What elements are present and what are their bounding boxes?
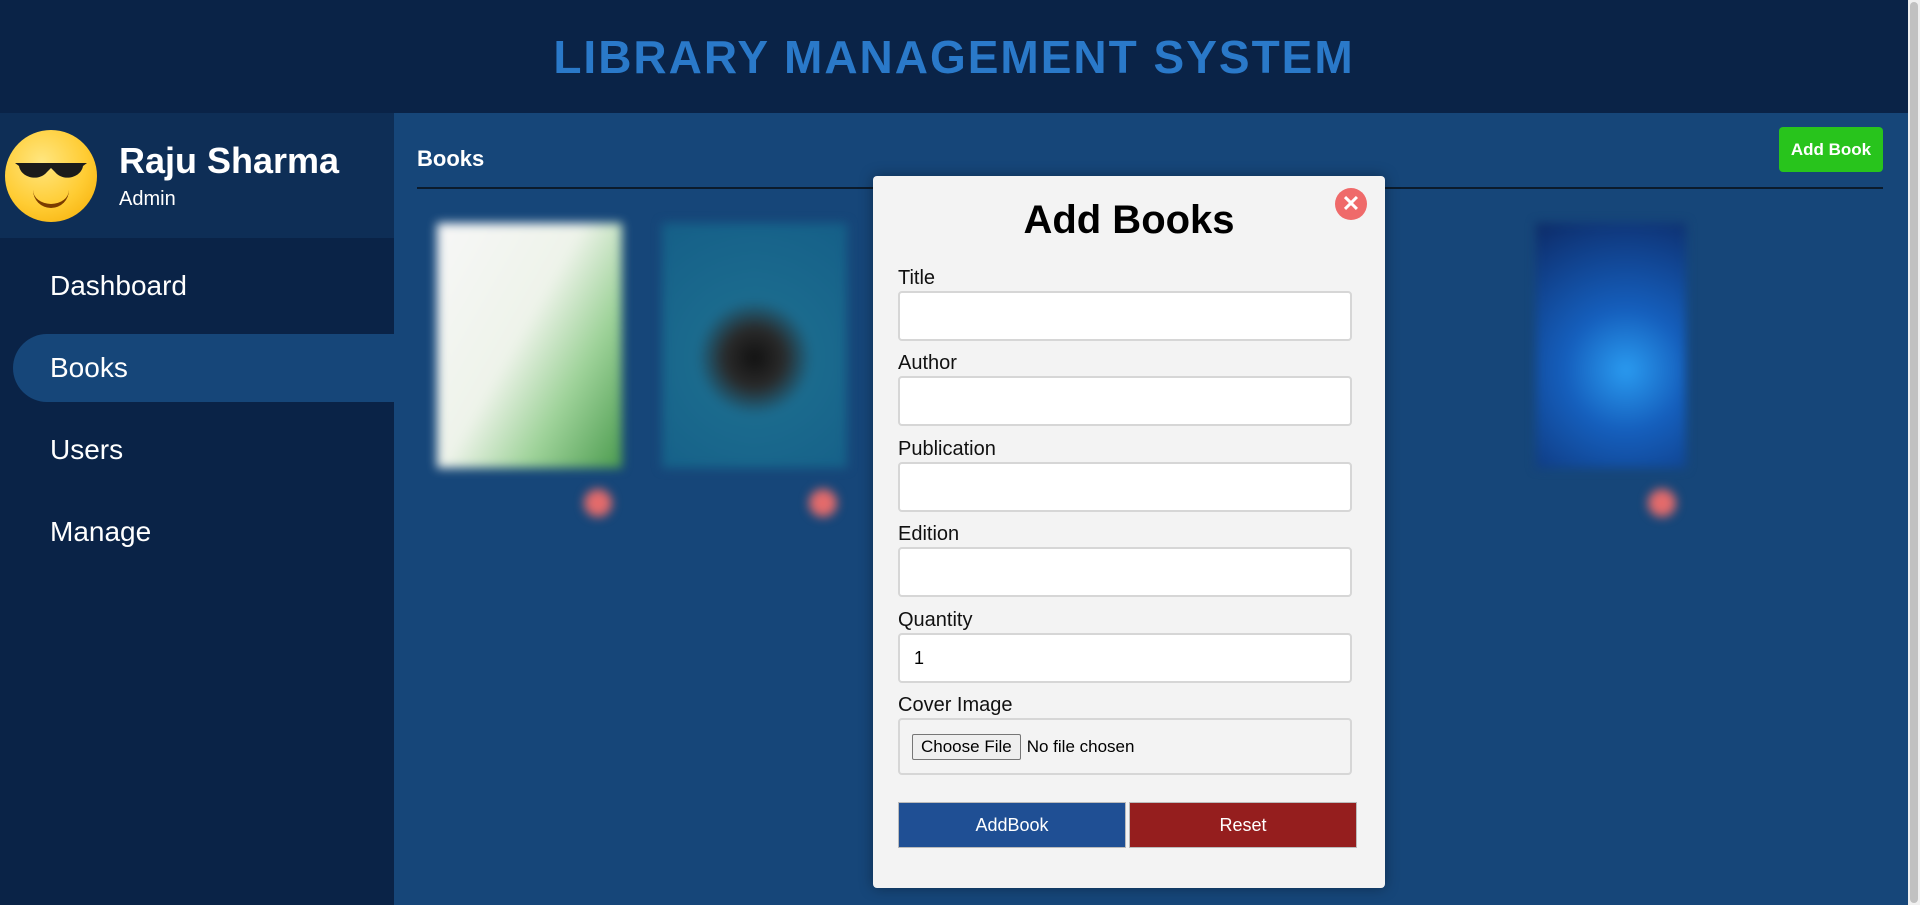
app-header: LIBRARY MANAGEMENT SYSTEM: [0, 0, 1908, 113]
addbook-submit-button[interactable]: AddBook: [898, 802, 1126, 848]
title-field: Title: [898, 267, 1352, 341]
sunglasses-smiley-icon: [5, 129, 97, 222]
profile-name: Raju Sharma: [119, 140, 340, 181]
app-title: LIBRARY MANAGEMENT SYSTEM: [553, 30, 1355, 83]
sidebar-item-dashboard[interactable]: Dashboard: [13, 252, 394, 320]
publication-field: Publication: [898, 438, 1352, 512]
reset-button[interactable]: Reset: [1129, 802, 1357, 848]
sidebar-item-label: Manage: [50, 516, 152, 547]
file-input: Choose File No file chosen: [898, 718, 1352, 775]
delete-book-button[interactable]: [809, 489, 837, 517]
author-label: Author: [898, 352, 957, 374]
cover-image-field: Cover Image Choose File No file chosen: [898, 694, 1352, 775]
quantity-field: Quantity: [898, 609, 1352, 683]
sidebar-nav: Dashboard Books Users Manage: [0, 252, 394, 566]
book-cover-image: [662, 223, 847, 468]
edition-field: Edition: [898, 523, 1352, 597]
file-status: No file chosen: [1026, 736, 1135, 756]
profile-card: Raju Sharma Admin: [0, 113, 394, 238]
author-field: Author: [898, 352, 1352, 426]
sidebar-item-manage[interactable]: Manage: [13, 498, 394, 566]
add-book-modal: ✕ Add Books Title Author Publication Edi…: [873, 176, 1385, 888]
delete-book-button[interactable]: [1648, 489, 1676, 517]
sidebar: Raju Sharma Admin Dashboard Books Users …: [0, 113, 394, 905]
book-card[interactable]: [662, 223, 847, 517]
modal-title: Add Books: [1023, 198, 1235, 242]
sidebar-item-label: Dashboard: [50, 270, 187, 301]
book-card[interactable]: [1536, 223, 1686, 517]
profile-role: Admin: [119, 188, 176, 210]
edition-input[interactable]: [898, 547, 1352, 597]
scrollbar-thumb[interactable]: [1910, 2, 1918, 903]
sunglasses-icon: [15, 162, 87, 178]
cover-image-label: Cover Image: [898, 694, 1013, 716]
book-cover-image: [1536, 223, 1686, 468]
book-cover-image: [437, 223, 622, 468]
edition-label: Edition: [898, 523, 960, 545]
page-scrollbar[interactable]: [1908, 0, 1920, 905]
quantity-input[interactable]: [898, 633, 1352, 683]
delete-book-button[interactable]: [584, 489, 612, 517]
sidebar-item-users[interactable]: Users: [13, 416, 394, 484]
title-label: Title: [898, 267, 936, 289]
publication-label: Publication: [898, 438, 996, 460]
choose-file-button[interactable]: Choose File: [912, 733, 1021, 760]
author-input[interactable]: [898, 376, 1352, 426]
publication-input[interactable]: [898, 462, 1352, 512]
quantity-label: Quantity: [898, 609, 973, 631]
smile-mouth: [33, 190, 69, 208]
sidebar-item-label: Books: [50, 352, 128, 383]
book-card[interactable]: [437, 223, 622, 517]
sidebar-item-label: Users: [50, 434, 124, 465]
title-input[interactable]: [898, 291, 1352, 341]
sidebar-item-books[interactable]: Books: [13, 334, 394, 402]
